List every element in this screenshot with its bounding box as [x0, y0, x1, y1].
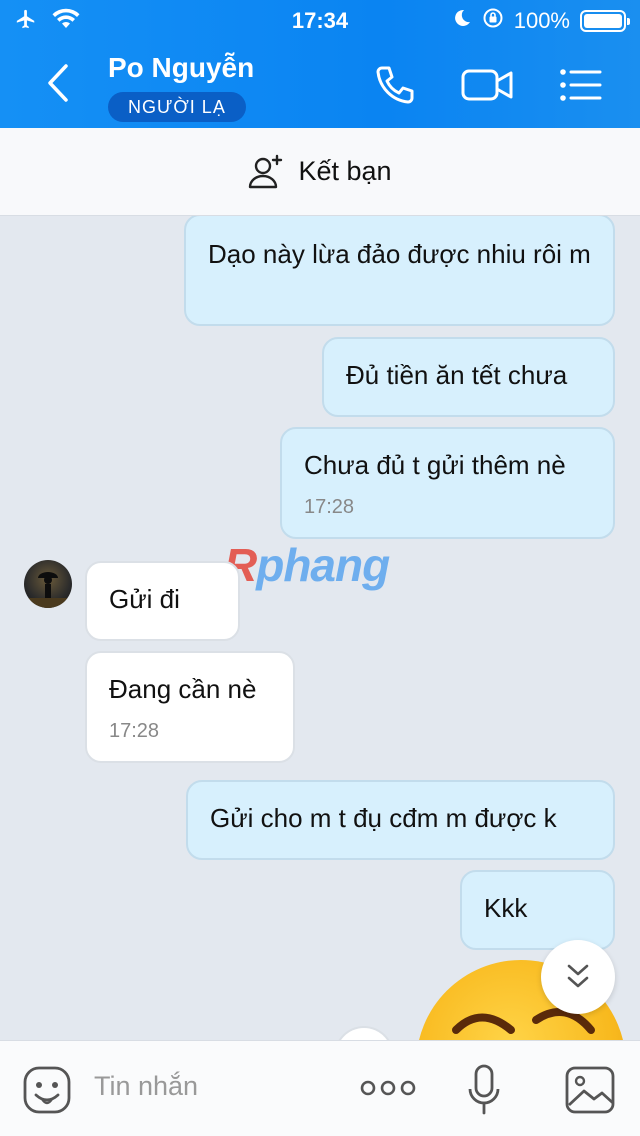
phone-button[interactable]	[370, 60, 420, 110]
message-bubble[interactable]: Đủ tiền ăn tết chưa	[322, 337, 615, 417]
back-icon	[48, 64, 68, 102]
back-button[interactable]	[36, 58, 80, 108]
status-bar: 17:34 100%	[0, 0, 640, 40]
phone-icon	[376, 66, 414, 104]
stranger-badge: NGƯỜI LẠ	[108, 92, 246, 122]
message-input[interactable]: Tin nhắn	[94, 1071, 198, 1102]
battery-icon	[580, 10, 630, 32]
rotation-lock-icon	[482, 7, 504, 35]
composer-bar: Tin nhắn	[0, 1040, 640, 1136]
microphone-button[interactable]	[466, 1063, 502, 1122]
sticker-button[interactable]	[22, 1065, 72, 1120]
message-time: 17:28	[304, 496, 355, 518]
message-bubble[interactable]: Dạo này lừa đảo được nhiu rôi m	[184, 216, 615, 326]
message-bubble[interactable]: Kkk	[460, 870, 615, 950]
video-call-icon	[461, 69, 513, 101]
video-call-button[interactable]	[460, 60, 516, 110]
menu-button[interactable]	[556, 60, 606, 110]
message-time: 17:28	[109, 720, 160, 742]
message-text: Kkk	[484, 893, 528, 923]
microphone-icon	[468, 1064, 500, 1115]
message-bubble-partial	[334, 1026, 394, 1040]
add-friend-label: Kết bạn	[298, 156, 392, 186]
message-text: Gửi đi	[109, 584, 180, 614]
add-friend-icon	[249, 154, 283, 188]
image-button[interactable]	[564, 1065, 616, 1120]
avatar[interactable]	[24, 560, 72, 608]
scroll-down-button[interactable]	[541, 940, 615, 1014]
message-text: Đang cần nè	[109, 674, 257, 704]
sticker-icon	[23, 1066, 71, 1114]
image-icon	[565, 1066, 615, 1114]
message-bubble[interactable]: Gửi cho m t đụ cđm m được k	[186, 780, 615, 860]
message-bubble[interactable]: Chưa đủ t gửi thêm nè 17:28	[280, 427, 615, 539]
scroll-down-icon	[567, 964, 589, 988]
contact-name[interactable]: Po Nguyễn	[108, 52, 254, 84]
message-text: Dạo này lừa đảo được nhiu rôi m	[208, 239, 591, 269]
message-text: Đủ tiền ăn tết chưa	[346, 360, 568, 390]
battery-percent: 100%	[513, 8, 570, 33]
more-icon	[360, 1080, 416, 1096]
moon-icon	[452, 8, 472, 34]
header: 17:34 100% Po Nguyễn NGƯỜI LẠ	[0, 0, 640, 128]
menu-icon	[560, 69, 602, 101]
message-text: Chưa đủ t gửi thêm nè	[304, 450, 566, 480]
watermark-logo: Rphang	[224, 539, 390, 591]
message-bubble[interactable]: Đang cần nè 17:28	[85, 651, 295, 763]
more-button[interactable]	[360, 1077, 416, 1104]
add-friend-bar[interactable]: Kết bạn	[0, 128, 640, 216]
chat-area[interactable]: Dạo này lừa đảo được nhiu rôi m Đủ tiền …	[0, 216, 640, 1040]
message-text: Gửi cho m t đụ cđm m được k	[210, 803, 557, 833]
message-bubble[interactable]: Gửi đi	[85, 561, 240, 641]
